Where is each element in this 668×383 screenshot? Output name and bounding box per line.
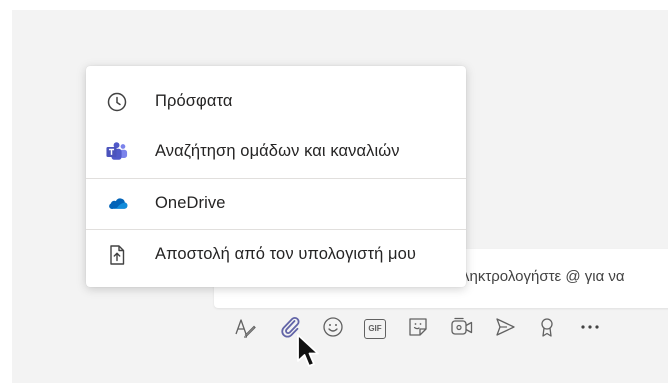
meet-now-icon — [449, 315, 475, 344]
upload-file-icon — [106, 244, 128, 266]
menu-item-label: Αναζήτηση ομάδων και καναλιών — [155, 142, 400, 160]
menu-item-upload[interactable]: Αποστολή από τον υπολογιστή μου — [86, 230, 466, 280]
format-icon — [233, 315, 257, 344]
more-options-button[interactable] — [577, 316, 603, 342]
sticker-icon — [406, 315, 430, 344]
format-button[interactable] — [232, 316, 258, 342]
gif-icon: GIF — [364, 319, 386, 339]
menu-item-browse-teams[interactable]: Αναζήτηση ομάδων και καναλιών — [86, 127, 466, 177]
screen: ληκτρολογήστε @ για να Πρόσφατα Αναζήτησ… — [0, 0, 668, 383]
stream-button[interactable] — [492, 316, 518, 342]
praise-button[interactable] — [534, 316, 560, 342]
menu-item-onedrive[interactable]: OneDrive — [86, 179, 466, 229]
onedrive-cloud-icon — [106, 193, 128, 215]
menu-item-label: Πρόσφατα — [155, 92, 233, 110]
menu-item-label: OneDrive — [155, 194, 226, 212]
send-icon — [493, 315, 517, 344]
gif-button[interactable]: GIF — [362, 316, 388, 342]
compose-toolbar: GIF — [224, 312, 624, 348]
attach-menu: Πρόσφατα Αναζήτηση ομάδων και καναλιών O… — [86, 66, 466, 287]
meet-now-button[interactable] — [449, 316, 475, 342]
compose-placeholder: ληκτρολογήστε @ για να — [462, 268, 625, 285]
more-options-icon — [578, 315, 602, 344]
menu-item-recent[interactable]: Πρόσφατα — [86, 77, 466, 127]
praise-icon — [535, 315, 559, 344]
menu-item-label: Αποστολή από τον υπολογιστή μου — [155, 245, 417, 263]
clock-icon — [106, 91, 128, 113]
teams-icon — [106, 141, 128, 163]
sticker-button[interactable] — [405, 316, 431, 342]
mouse-cursor-icon — [296, 333, 326, 373]
gif-icon-label: GIF — [368, 324, 382, 333]
